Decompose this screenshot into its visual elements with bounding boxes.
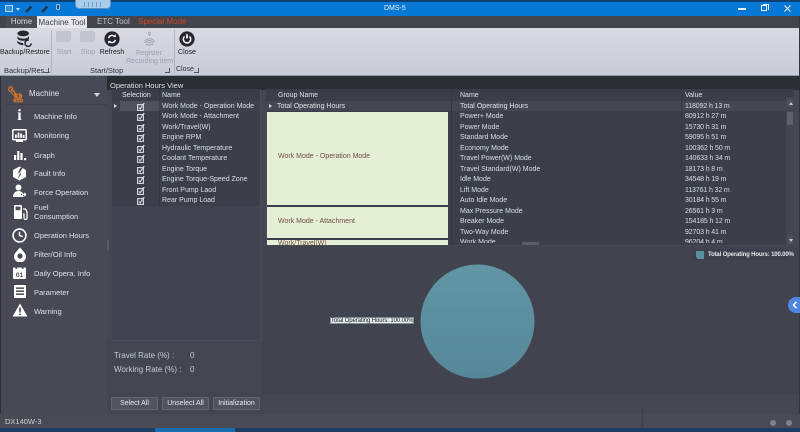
svg-text:01: 01 xyxy=(16,272,24,279)
